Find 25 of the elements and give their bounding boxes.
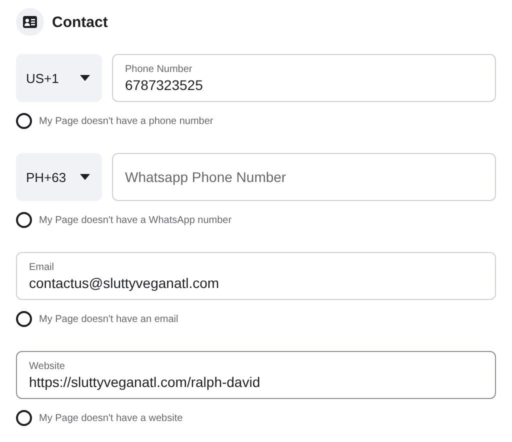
radio-button[interactable] xyxy=(16,212,32,228)
field-value: 6787323525 xyxy=(125,76,204,92)
option-label: My Page doesn't have an email xyxy=(39,314,178,324)
radio-button[interactable] xyxy=(16,311,32,327)
caret-icon xyxy=(80,174,90,180)
radio-button[interactable] xyxy=(16,113,32,129)
contact-card-icon xyxy=(16,8,44,36)
field-label: Email xyxy=(29,262,56,272)
text-field[interactable]: Email contactus@sluttyveganatl.com xyxy=(16,252,496,300)
radio-button[interactable] xyxy=(16,410,32,426)
field-placeholder: Whatsapp Phone Number xyxy=(125,169,288,185)
field-label: Website xyxy=(29,360,66,372)
field-label: Phone Number xyxy=(125,64,194,74)
field-value: https://sluttyveganatl.com/ralph-david xyxy=(29,374,262,390)
phone-field[interactable]: Whatsapp Phone Number xyxy=(112,153,496,201)
text-field[interactable]: Website https://sluttyveganatl.com/ralph-david xyxy=(16,351,496,399)
option-label: My Page doesn't have a website xyxy=(39,412,183,424)
country-code-dropdown[interactable]: US+1 xyxy=(16,54,102,102)
country-code-dropdown[interactable]: PH+63 xyxy=(16,153,102,201)
caret-icon xyxy=(80,75,90,81)
phone-field[interactable]: Phone Number 6787323525 xyxy=(112,54,496,102)
option-label: My Page doesn't have a WhatsApp number xyxy=(39,214,232,226)
section-title: Contact xyxy=(52,14,108,30)
field-value: contactus@sluttyveganatl.com xyxy=(29,274,220,290)
option-label: My Page doesn't have a phone number xyxy=(39,116,214,126)
